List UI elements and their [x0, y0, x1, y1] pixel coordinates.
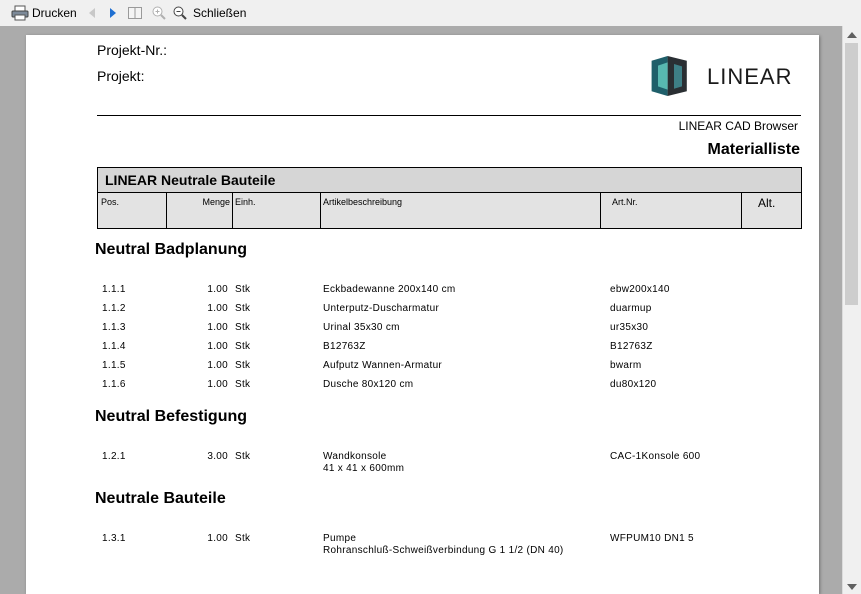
- next-page-button[interactable]: [108, 3, 118, 23]
- table-row: 1.1.3 1.00 Stk Urinal 35x30 cm ur35x30: [102, 322, 649, 333]
- column-header-alt: Alt.: [758, 196, 776, 210]
- table-row: 1.2.1 3.00 Stk Wandkonsole 41 x 41 x 600…: [102, 451, 701, 474]
- scroll-down-icon[interactable]: [847, 584, 857, 590]
- close-label: Schließen: [193, 6, 247, 20]
- zoom-out-icon: [173, 6, 187, 20]
- table-title: LINEAR Neutrale Bauteile: [105, 172, 276, 188]
- print-button[interactable]: Drucken: [11, 3, 77, 23]
- printer-icon: [11, 5, 29, 21]
- column-header-description: Artikelbeschreibung: [321, 193, 601, 228]
- close-button[interactable]: Schließen: [172, 3, 246, 23]
- logo-text: LINEAR: [707, 64, 793, 89]
- previous-page-button[interactable]: [87, 3, 97, 23]
- table-row: 1.3.1 1.00 Stk Pumpe Rohranschluß-Schwei…: [102, 533, 694, 556]
- table-row: 1.1.2 1.00 Stk Unterputz-Duscharmatur du…: [102, 303, 652, 314]
- header-divider: [97, 115, 801, 116]
- project-number-label: Projekt-Nr.:: [97, 42, 168, 58]
- column-header-qty: Menge: [167, 193, 233, 228]
- browser-label: LINEAR CAD Browser: [678, 119, 798, 133]
- table-row: 1.1.5 1.00 Stk Aufputz Wannen-Armatur bw…: [102, 360, 642, 371]
- column-header-pos: Pos.: [98, 193, 167, 228]
- table-title-bar: LINEAR Neutrale Bauteile: [98, 168, 801, 193]
- section-title: Neutral Badplanung: [95, 241, 248, 258]
- table-header: LINEAR Neutrale Bauteile Pos. Menge Einh…: [97, 167, 802, 229]
- table-row: 1.1.6 1.00 Stk Dusche 80x120 cm du80x120: [102, 379, 657, 390]
- arrow-left-icon: [89, 8, 95, 18]
- toolbar: Drucken Schließen: [0, 0, 861, 27]
- document-title: Materialliste: [707, 141, 800, 158]
- column-header-unit: Einh.: [233, 193, 321, 228]
- column-header-article-nr: Art.Nr.: [601, 193, 742, 228]
- zoom-in-icon: [152, 6, 166, 20]
- table-row: 1.1.1 1.00 Stk Eckbadewanne 200x140 cm e…: [102, 284, 670, 295]
- zoom-in-button[interactable]: [151, 3, 167, 23]
- page-view-button[interactable]: [127, 3, 143, 23]
- table-row: 1.1.4 1.00 Stk B12763Z B12763Z: [102, 341, 653, 352]
- scrollbar-thumb[interactable]: [845, 43, 858, 305]
- vertical-scrollbar[interactable]: [842, 26, 861, 594]
- arrow-right-icon: [110, 8, 116, 18]
- section-title: Neutral Befestigung: [95, 408, 248, 425]
- project-label: Projekt:: [97, 68, 145, 84]
- page-view-icon: [128, 7, 142, 19]
- section-title: Neutrale Bauteile: [95, 490, 226, 507]
- report-page: Projekt-Nr.: Projekt: LINEAR LINEAR CAD …: [26, 35, 819, 594]
- scroll-up-icon[interactable]: [847, 32, 857, 38]
- linear-logo-icon: [651, 56, 687, 96]
- print-label: Drucken: [32, 6, 77, 20]
